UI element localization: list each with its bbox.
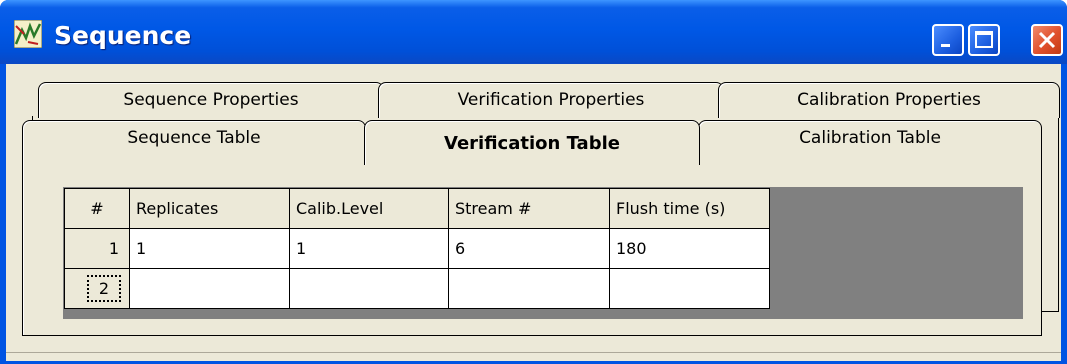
cell-replicates[interactable]: 1 xyxy=(129,228,290,269)
header-row: # Replicates Calib.Level Stream # Flush … xyxy=(64,188,770,229)
window-title: Sequence xyxy=(54,21,192,50)
sequence-app-icon xyxy=(14,20,42,48)
table-row: 1 1 1 6 180 xyxy=(64,228,770,269)
minimize-button[interactable] xyxy=(932,24,964,56)
maximize-icon xyxy=(975,31,993,48)
column-header-replicates[interactable]: Replicates xyxy=(129,188,290,229)
maximize-button[interactable] xyxy=(968,24,1000,56)
title-bar[interactable]: Sequence xyxy=(0,0,1067,64)
tab-verification-table[interactable]: Verification Table xyxy=(364,120,700,165)
cell-replicates[interactable] xyxy=(129,268,290,309)
close-button[interactable] xyxy=(1031,24,1063,56)
verification-grid[interactable]: # Replicates Calib.Level Stream # Flush … xyxy=(63,187,1023,319)
close-icon xyxy=(1038,31,1056,49)
tab-verification-properties[interactable]: Verification Properties xyxy=(378,82,724,118)
cell-calib-level[interactable] xyxy=(289,268,449,309)
tab-sequence-properties[interactable]: Sequence Properties xyxy=(38,82,384,118)
row-header-selected[interactable]: 2 xyxy=(64,268,130,309)
cell-calib-level[interactable]: 1 xyxy=(289,228,449,269)
window-bottom-border xyxy=(6,352,1061,361)
cell-stream[interactable]: 6 xyxy=(448,228,610,269)
column-header-number[interactable]: # xyxy=(64,188,130,229)
verification-table: # Replicates Calib.Level Stream # Flush … xyxy=(64,188,770,309)
column-header-calib-level[interactable]: Calib.Level xyxy=(289,188,449,229)
sequence-window: Sequence Sequence Properties Verificatio… xyxy=(0,0,1067,364)
tab-calibration-properties[interactable]: Calibration Properties xyxy=(718,82,1060,118)
minimize-icon xyxy=(941,44,950,47)
cell-stream[interactable] xyxy=(448,268,610,309)
tab-calibration-table[interactable]: Calibration Table xyxy=(698,120,1042,156)
row-header-label: 2 xyxy=(86,275,122,302)
cell-flush-time[interactable] xyxy=(609,268,770,309)
row-header[interactable]: 1 xyxy=(64,228,130,269)
column-header-stream[interactable]: Stream # xyxy=(448,188,610,229)
tab-sequence-table[interactable]: Sequence Table xyxy=(22,120,366,156)
table-row: 2 xyxy=(64,268,770,309)
column-header-flush-time[interactable]: Flush time (s) xyxy=(609,188,770,229)
cell-flush-time[interactable]: 180 xyxy=(609,228,770,269)
